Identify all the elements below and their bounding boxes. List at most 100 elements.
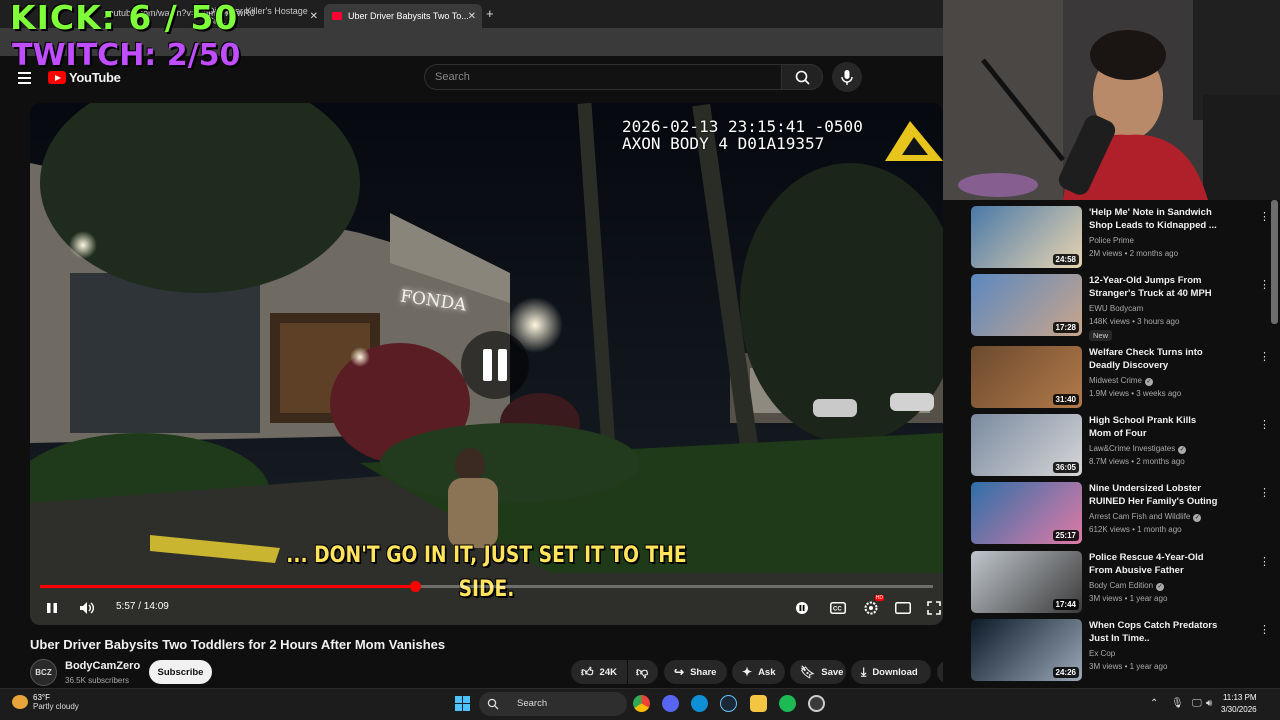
channel-name[interactable]: Midwest Crime ✓: [1089, 376, 1153, 386]
video-thumbnail[interactable]: 24:58: [971, 206, 1082, 268]
microphone-tray-icon[interactable]: 🎙︎: [1171, 698, 1184, 709]
like-button[interactable]: 👍︎ 24K: [571, 660, 627, 684]
spotify-icon[interactable]: [779, 695, 796, 712]
recommended-video[interactable]: 36:05 High School Prank Kills Mom of Four…: [971, 414, 1271, 478]
volume-tray-icon[interactable]: 🔊︎: [1206, 698, 1212, 709]
video-player[interactable]: FONDA 2026-02-13 23:15:41 -0500 AXON BOD…: [30, 103, 943, 625]
channel-name-text: Police Prime: [1089, 236, 1134, 245]
save-button[interactable]: 🔖︎ Save: [790, 660, 846, 684]
dislike-button[interactable]: 👎︎: [628, 660, 658, 684]
video-thumbnail[interactable]: 17:44: [971, 551, 1082, 613]
channel-name[interactable]: Ex Cop: [1089, 649, 1115, 658]
progress-bar[interactable]: [40, 581, 933, 592]
video-metadata: 3M views • 1 year ago: [1089, 594, 1168, 603]
edge-icon[interactable]: [691, 695, 708, 712]
taskbar-search[interactable]: Search: [479, 692, 627, 716]
close-tab-icon[interactable]: ✕: [310, 11, 318, 22]
video-thumbnail[interactable]: 31:40: [971, 346, 1082, 408]
more-vertical-icon[interactable]: ⋮: [1259, 278, 1270, 291]
settings-button[interactable]: HD: [860, 595, 884, 619]
channel-name-text: Arrest Cam Fish and Wildlife: [1089, 512, 1191, 521]
share-button[interactable]: ↪ Share: [664, 660, 727, 684]
fullscreen-button[interactable]: [925, 597, 943, 619]
channel-name[interactable]: Body Cam Edition ✓: [1089, 581, 1165, 591]
verified-icon: ✓: [1193, 514, 1202, 522]
recommended-video[interactable]: 17:28 12-Year-Old Jumps From Stranger's T…: [971, 274, 1271, 341]
weather-icon: [12, 695, 28, 709]
channel-name[interactable]: Law&Crime Investigates ✓: [1089, 444, 1187, 454]
video-title[interactable]: 12-Year-Old Jumps From Stranger's Truck …: [1089, 274, 1219, 300]
channel-name[interactable]: BodyCamZero: [65, 660, 140, 672]
video-title[interactable]: When Cops Catch Predators Just In Time..: [1089, 619, 1219, 645]
new-tab-button[interactable]: +: [486, 6, 494, 21]
video-duration: 17:28: [1052, 322, 1079, 333]
more-vertical-icon[interactable]: ⋮: [1259, 555, 1270, 568]
ask-button[interactable]: ✦ Ask: [732, 660, 785, 684]
captions-button[interactable]: CC: [828, 597, 848, 619]
recommended-video[interactable]: 24:26 When Cops Catch Predators Just In T…: [971, 619, 1271, 683]
recommended-video[interactable]: 17:44 Police Rescue 4-Year-Old From Abusi…: [971, 551, 1271, 615]
recommended-video[interactable]: 24:58 'Help Me' Note in Sandwich Shop Lea…: [971, 206, 1271, 270]
video-title[interactable]: Police Rescue 4-Year-Old From Abusive Fa…: [1089, 551, 1219, 577]
chevron-up-icon[interactable]: ⌃: [1150, 698, 1158, 709]
more-vertical-icon[interactable]: ⋮: [1259, 210, 1270, 223]
video-title[interactable]: Nine Undersized Lobster RUINED Her Famil…: [1089, 482, 1219, 508]
chrome-icon[interactable]: [633, 695, 650, 712]
youtube-favicon-icon: [332, 12, 342, 20]
browser-tab-active[interactable]: Uber Driver Babysits Two To... ✕: [324, 4, 482, 28]
menu-icon[interactable]: [18, 72, 31, 87]
autoplay-toggle[interactable]: [794, 597, 810, 619]
theater-mode-button[interactable]: [893, 597, 913, 619]
center-pause-icon[interactable]: [461, 331, 529, 399]
scrubber-handle[interactable]: [410, 581, 422, 592]
sparkle-icon: ✦: [742, 665, 753, 679]
more-vertical-icon[interactable]: ⋮: [1259, 418, 1270, 431]
pause-button[interactable]: [42, 597, 62, 619]
volume-button[interactable]: [76, 597, 98, 619]
more-vertical-icon[interactable]: ⋮: [1259, 623, 1270, 636]
channel-name-text: EWU Bodycam: [1089, 304, 1144, 313]
progress-fill: [40, 585, 416, 588]
channel-name-text: Body Cam Edition: [1089, 581, 1154, 590]
system-clock[interactable]: 11:13 PM 3/30/2026: [1221, 692, 1257, 716]
obs-icon[interactable]: [808, 695, 825, 712]
windows-start-icon[interactable]: [454, 695, 471, 712]
clock-date: 3/30/2026: [1221, 705, 1257, 714]
video-duration: 36:05: [1052, 462, 1079, 473]
theater-icon: [895, 602, 911, 614]
more-vertical-icon[interactable]: ⋮: [1259, 486, 1270, 499]
weather-widget[interactable]: 63°F Partly cloudy: [12, 693, 79, 711]
search-button[interactable]: [781, 64, 823, 90]
network-icon[interactable]: 🖵︎: [1192, 698, 1202, 709]
file-explorer-icon[interactable]: [750, 695, 767, 712]
channel-name[interactable]: EWU Bodycam: [1089, 304, 1143, 313]
steam-icon[interactable]: [720, 695, 737, 712]
video-thumbnail[interactable]: 36:05: [971, 414, 1082, 476]
recommended-video[interactable]: 31:40 Welfare Check Turns into Deadly Dis…: [971, 346, 1271, 410]
video-thumbnail[interactable]: 17:28: [971, 274, 1082, 336]
recommended-video[interactable]: 25:17 Nine Undersized Lobster RUINED Her …: [971, 482, 1271, 546]
video-title[interactable]: High School Prank Kills Mom of Four: [1089, 414, 1219, 440]
close-tab-icon[interactable]: ✕: [468, 11, 476, 22]
more-vertical-icon[interactable]: ⋮: [1259, 350, 1270, 363]
fullscreen-icon: [927, 601, 941, 615]
voice-search-button[interactable]: [832, 62, 862, 92]
volume-icon: [80, 602, 95, 614]
video-thumbnail[interactable]: 25:17: [971, 482, 1082, 544]
video-thumbnail[interactable]: 24:26: [971, 619, 1082, 681]
channel-name[interactable]: Police Prime: [1089, 236, 1134, 245]
video-title[interactable]: 'Help Me' Note in Sandwich Shop Leads to…: [1089, 206, 1219, 232]
channel-avatar[interactable]: BCZ: [30, 659, 57, 686]
video-duration: 24:58: [1052, 254, 1079, 265]
channel-name[interactable]: Arrest Cam Fish and Wildlife ✓: [1089, 512, 1202, 522]
captions-icon: CC: [830, 602, 846, 614]
search-input[interactable]: Search: [424, 64, 782, 90]
share-label: Share: [690, 666, 717, 678]
discord-icon[interactable]: [662, 695, 679, 712]
video-duration: 17:44: [1052, 599, 1079, 610]
verified-icon: ✓: [1156, 583, 1165, 591]
download-button[interactable]: ⤓ Download: [851, 660, 931, 684]
sidebar-scrollbar[interactable]: [1271, 200, 1278, 324]
subscribe-button[interactable]: Subscribe: [149, 660, 212, 684]
video-title[interactable]: Welfare Check Turns into Deadly Discover…: [1089, 346, 1219, 372]
